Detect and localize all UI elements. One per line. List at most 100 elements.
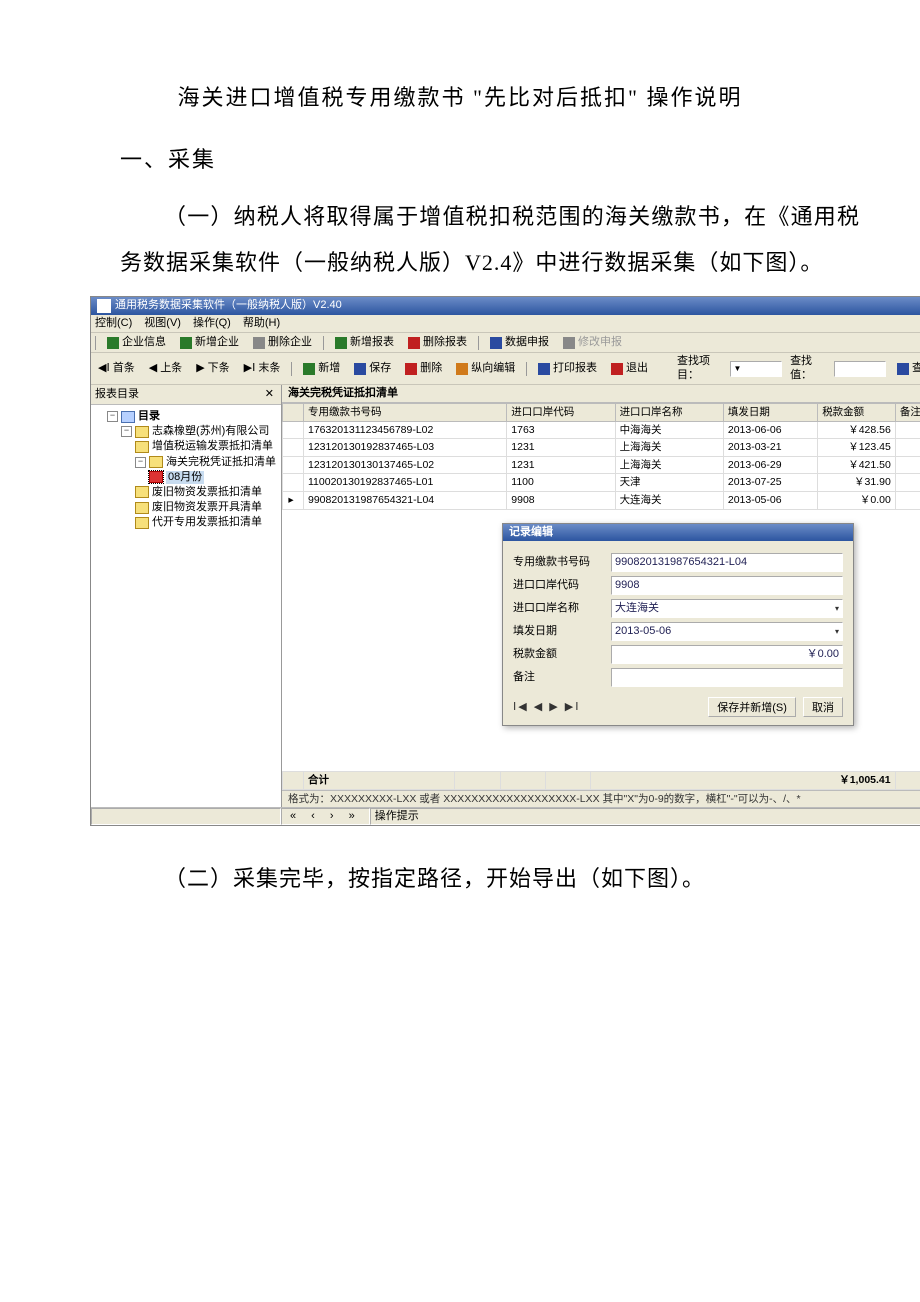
tree-header: 报表目录 <box>95 388 139 401</box>
x-icon <box>408 337 420 349</box>
data-grid: 专用缴款书号码 进口口岸代码 进口口岸名称 填发日期 税款金额 备注 17632… <box>282 403 920 790</box>
folder-icon <box>135 486 149 498</box>
printer-icon <box>538 363 550 375</box>
table-row[interactable]: 123120130192837465-L031231上海海关2013-03-21… <box>283 439 920 457</box>
btn-last[interactable]: ▶Ⅰ 末条 <box>241 361 284 376</box>
trash-icon <box>253 337 265 349</box>
col-port-name[interactable]: 进口口岸名称 <box>615 403 723 421</box>
tree-item[interactable]: 代开专用发票抵扣清单 <box>152 516 262 529</box>
window-title: 通用税务数据采集软件（一般纳税人版）V2.40 <box>115 299 342 312</box>
menu-help[interactable]: 帮助(H) <box>243 317 280 330</box>
paragraph-1: （一）纳税人将取得属于增值税扣税范围的海关缴款书，在《通用税务数据采集软件（一般… <box>120 194 860 286</box>
label-number: 专用缴款书号码 <box>513 556 603 569</box>
tree-item[interactable]: 增值税运输发票抵扣清单 <box>152 440 273 453</box>
sum-amount: ￥1,005.41 <box>591 771 895 789</box>
toolbar-secondary: ◀Ⅰ 首条 ◀ 上条 ▶ 下条 ▶Ⅰ 末条 新增 保存 删除 纵向编辑 打印报表… <box>91 353 920 384</box>
input-amount[interactable]: ￥0.00 <box>611 645 843 664</box>
btn-add-ent[interactable]: 新增企业 <box>177 335 242 350</box>
btn-ent-info[interactable]: 企业信息 <box>104 335 169 350</box>
btn-data-declare[interactable]: 数据申报 <box>487 335 552 350</box>
app-icon <box>97 299 111 313</box>
folder-selected-icon <box>149 471 163 483</box>
label-port-name: 进口口岸名称 <box>513 602 603 615</box>
col-date[interactable]: 填发日期 <box>723 403 817 421</box>
section-heading-1: 一、采集 <box>120 142 860 174</box>
btn-print[interactable]: 打印报表 <box>535 361 600 376</box>
label-amount: 税款金额 <box>513 648 603 661</box>
status-hint: 操作提示 <box>370 808 920 825</box>
plus-icon <box>335 337 347 349</box>
edit-icon <box>563 337 575 349</box>
menu-view[interactable]: 视图(V) <box>144 317 181 330</box>
btn-batch[interactable]: 纵向编辑 <box>453 361 518 376</box>
binoculars-icon <box>897 363 909 375</box>
company-icon <box>135 426 149 438</box>
dialog-title: 记录编辑 <box>503 524 853 541</box>
col-remark[interactable]: 备注 <box>895 403 920 421</box>
btn-save[interactable]: 保存 <box>351 361 394 376</box>
btn-del-report[interactable]: 删除报表 <box>405 335 470 350</box>
menu-operate[interactable]: 操作(Q) <box>193 317 231 330</box>
plus-icon <box>180 337 192 349</box>
btn-find[interactable]: 查找 <box>894 361 920 376</box>
btn-add-row[interactable]: 新增 <box>300 361 343 376</box>
menu-control[interactable]: 控制(C) <box>95 317 132 330</box>
input-remark[interactable] <box>611 668 843 687</box>
tree-close-icon[interactable]: ✕ <box>262 387 277 402</box>
status-bar: « ‹ › » 操作提示 <box>91 807 920 825</box>
tab-title: 海关完税凭证抵扣清单 <box>282 385 920 403</box>
tree-item[interactable]: 废旧物资发票抵扣清单 <box>152 486 262 499</box>
label-find-value: 查找值： <box>790 355 826 381</box>
dropdown-icon[interactable]: ▾ <box>835 604 839 614</box>
table-row[interactable]: ▸990820131987654321-L049908大连海关2013-05-0… <box>283 491 920 509</box>
btn-mod-declare[interactable]: 修改申报 <box>560 335 625 350</box>
info-icon <box>107 337 119 349</box>
btn-exit[interactable]: 退出 <box>608 361 651 376</box>
btn-new-report[interactable]: 新增报表 <box>332 335 397 350</box>
btn-del-ent[interactable]: 删除企业 <box>250 335 315 350</box>
find-item-select[interactable] <box>730 361 782 377</box>
format-hint: 格式为：XXXXXXXXX-LXX 或者 XXXXXXXXXXXXXXXXXXX… <box>282 790 920 808</box>
col-amount[interactable]: 税款金额 <box>818 403 896 421</box>
sum-label: 合计 <box>304 771 455 789</box>
tree-item[interactable]: 海关完税凭证抵扣清单 <box>166 456 276 469</box>
tree-company[interactable]: 志森橡塑(苏州)有限公司 <box>152 425 269 438</box>
tree-pane: 报表目录 ✕ −目录 −志森橡塑(苏州)有限公司 增值税运输发票抵扣清单 −海关… <box>91 385 282 807</box>
columns-icon <box>456 363 468 375</box>
input-port-code[interactable]: 9908 <box>611 576 843 595</box>
toolbar-primary: 企业信息 新增企业 删除企业 新增报表 删除报表 数据申报 修改申报 <box>91 333 920 353</box>
upload-icon <box>490 337 502 349</box>
dialog-save-button[interactable]: 保存并新增(S) <box>708 697 796 717</box>
btn-first[interactable]: ◀Ⅰ 首条 <box>95 361 138 376</box>
col-marker <box>283 403 304 421</box>
exit-icon <box>611 363 623 375</box>
status-nav-arrows[interactable]: « ‹ › » <box>281 808 370 825</box>
input-date[interactable]: 2013-05-06▾ <box>611 622 843 641</box>
tree-item[interactable]: 废旧物资发票开具清单 <box>152 501 262 514</box>
btn-del[interactable]: 删除 <box>402 361 445 376</box>
paragraph-2: （二）采集完毕，按指定路径，开始导出（如下图）。 <box>120 856 860 902</box>
folder-icon <box>121 411 135 423</box>
menu-bar: 控制(C) 视图(V) 操作(Q) 帮助(H) <box>91 315 920 333</box>
col-number[interactable]: 专用缴款书号码 <box>304 403 507 421</box>
tree-root[interactable]: 目录 <box>138 410 160 423</box>
table-row[interactable]: 110020130192837465-L011100天津2013-07-25￥3… <box>283 474 920 492</box>
table-row[interactable]: 123120130130137465-L021231上海海关2013-06-29… <box>283 456 920 474</box>
btn-prev[interactable]: ◀ 上条 <box>146 361 185 376</box>
find-value-input[interactable] <box>834 361 886 377</box>
table-row[interactable]: 176320131123456789-L021763中海海关2013-06-06… <box>283 421 920 439</box>
tree-item-current[interactable]: 08月份 <box>166 471 204 484</box>
folder-icon <box>135 517 149 529</box>
dropdown-icon[interactable]: ▾ <box>835 627 839 637</box>
folder-icon <box>149 456 163 468</box>
label-port-code: 进口口岸代码 <box>513 579 603 592</box>
doc-title: 海关进口增值税专用缴款书 "先比对后抵扣" 操作说明 <box>60 80 860 112</box>
btn-next[interactable]: ▶ 下条 <box>193 361 232 376</box>
plus-icon <box>303 363 315 375</box>
record-edit-dialog: 记录编辑 专用缴款书号码 990820131987654321-L04 进口口岸代… <box>502 523 854 726</box>
dialog-cancel-button[interactable]: 取消 <box>803 697 843 717</box>
input-number[interactable]: 990820131987654321-L04 <box>611 553 843 572</box>
dialog-nav-buttons[interactable]: Ⅰ◀ ◀ ▶ ▶Ⅰ <box>513 701 581 714</box>
col-port-code[interactable]: 进口口岸代码 <box>507 403 615 421</box>
input-port-name[interactable]: 大连海关▾ <box>611 599 843 618</box>
